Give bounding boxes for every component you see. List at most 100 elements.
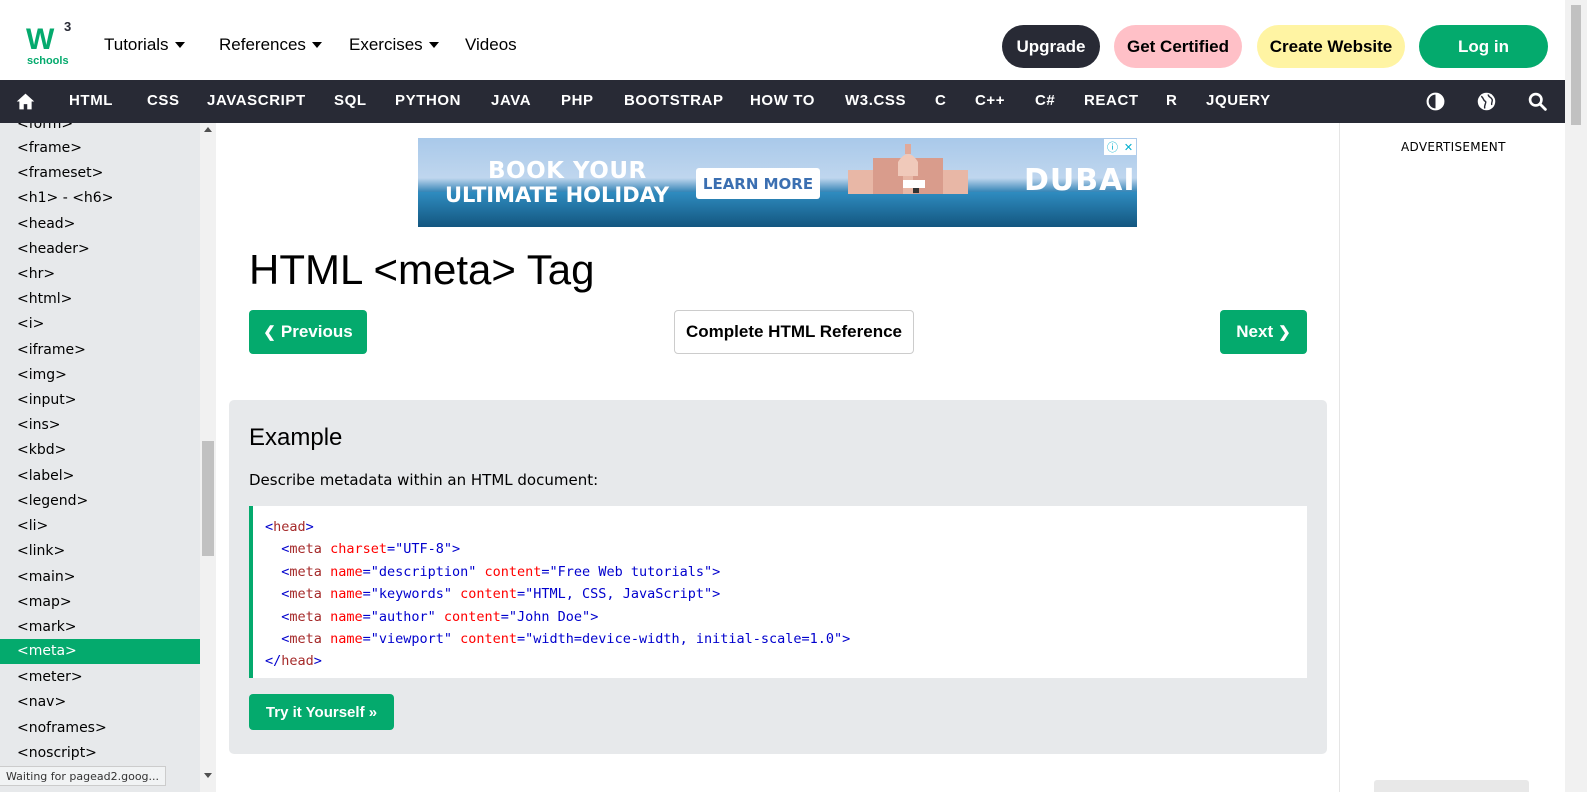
ad-learn-more-button[interactable]: LEARN MORE [696,168,820,199]
sidebar-scrollbar-thumb[interactable] [202,441,214,556]
nav-css[interactable]: CSS [147,92,180,109]
nav-label: Videos [465,35,517,54]
ad-headline-1: BOOK YOUR [488,158,647,184]
try-it-yourself-button[interactable]: Try it Yourself » [249,694,394,730]
sidebar-item[interactable]: <i> [0,312,200,337]
sidebar-item[interactable]: <link> [0,539,200,564]
next-button[interactable]: Next ❯ [1220,310,1307,354]
ad-headline-2: ULTIMATE HOLIDAY [445,183,670,207]
nav-javascript[interactable]: JAVASCRIPT [207,92,306,109]
logo-subtext: schools [27,55,69,67]
logo-superscript: 3 [64,19,72,34]
nav-references[interactable]: References [219,35,322,55]
hotel-image [848,144,968,194]
page-scrollbar[interactable] [1565,0,1587,792]
sidebar-item[interactable]: <label> [0,464,200,489]
get-certified-button[interactable]: Get Certified [1114,25,1242,68]
nav-html[interactable]: HTML [69,92,113,109]
sidebar-item[interactable]: <nav> [0,690,200,715]
advertisement-label: ADVERTISEMENT [1401,140,1506,154]
code-line: <meta name="description" content="Free W… [281,563,721,580]
previous-button[interactable]: ❮ Previous [249,310,367,354]
logo-letter: W [26,23,54,56]
scroll-up-arrow-icon[interactable] [204,127,212,132]
close-icon[interactable]: ✕ [1124,141,1133,154]
next-label: Next [1236,322,1274,341]
sidebar-item[interactable]: <frame> [0,136,200,161]
page-scrollbar-thumb[interactable] [1571,5,1581,125]
code-block: <head> <meta charset="UTF-8"> <meta name… [249,506,1307,678]
code-line: <head> [265,519,314,535]
sidebar-item-active[interactable]: <meta> [0,639,200,664]
nav-howto[interactable]: HOW TO [750,92,815,109]
nav-jquery[interactable]: JQUERY [1206,92,1271,109]
ad-brand-logo: DUBAI [1024,163,1136,198]
sidebar-item[interactable]: <head> [0,212,200,237]
code-line: <meta name="author" content="John Doe"> [281,608,599,625]
example-description: Describe metadata within an HTML documen… [249,471,599,489]
nav-sql[interactable]: SQL [334,92,367,109]
sidebar-item[interactable]: <h1> - <h6> [0,186,200,211]
nav-label: Tutorials [104,35,169,54]
sidebar-item[interactable]: <img> [0,363,200,388]
reference-sidebar: <form> <frame> <frameset> <h1> - <h6> <h… [0,123,200,792]
nav-bootstrap[interactable]: BOOTSTRAP [624,92,724,109]
sidebar-item[interactable]: <form> [0,123,200,137]
sidebar-item[interactable]: <input> [0,388,200,413]
caret-down-icon [174,42,185,48]
nav-exercises[interactable]: Exercises [349,35,439,55]
contrast-icon[interactable] [1425,91,1446,112]
sidebar-item[interactable]: <ins> [0,413,200,438]
bottom-ad-tab [1374,780,1529,792]
nav-java[interactable]: JAVA [491,92,531,109]
nav-c[interactable]: C [935,92,946,109]
sidebar-item[interactable]: <li> [0,514,200,539]
login-button[interactable]: Log in [1419,25,1548,68]
sidebar-item[interactable]: <header> [0,237,200,262]
nav-videos[interactable]: Videos [465,35,517,55]
create-website-button[interactable]: Create Website [1257,25,1405,68]
sidebar-item[interactable]: <map> [0,590,200,615]
sidebar-item[interactable]: <hr> [0,262,200,287]
search-icon[interactable] [1527,91,1548,112]
nav-react[interactable]: REACT [1084,92,1139,109]
column-divider [1339,123,1340,792]
sidebar-item[interactable]: <main> [0,565,200,590]
adchoices-badge[interactable]: ⓘ ✕ [1104,139,1136,155]
ad-banner[interactable]: BOOK YOUR ULTIMATE HOLIDAY LEARN MORE DU… [418,138,1137,227]
browser-status-bar: Waiting for pagead2.goog... [0,766,167,786]
top-header: W 3 schools Tutorials References Exercis… [0,0,1587,80]
sidebar-item[interactable]: <mark> [0,615,200,640]
nav-label: References [219,35,306,54]
upgrade-button[interactable]: Upgrade [1002,25,1100,68]
example-panel: Example Describe metadata within an HTML… [229,400,1327,754]
page-title: HTML <meta> Tag [249,246,595,293]
complete-reference-button[interactable]: Complete HTML Reference [674,310,914,354]
nav-w3css[interactable]: W3.CSS [845,92,906,109]
nav-php[interactable]: PHP [561,92,594,109]
sidebar-item[interactable]: <kbd> [0,438,200,463]
nav-python[interactable]: PYTHON [395,92,461,109]
nav-tutorials[interactable]: Tutorials [104,35,185,55]
w3schools-logo[interactable]: W 3 schools [26,19,76,73]
chevron-right-icon: ❯ [1278,324,1291,341]
sidebar-item[interactable]: <meter> [0,665,200,690]
sidebar-item[interactable]: <noframes> [0,716,200,741]
sidebar-item[interactable]: <legend> [0,489,200,514]
nav-r[interactable]: R [1166,92,1177,109]
sidebar-item[interactable]: <frameset> [0,161,200,186]
sidebar-scrollbar[interactable] [200,123,216,792]
sidebar-item[interactable]: <iframe> [0,338,200,363]
home-icon[interactable] [15,91,36,112]
scroll-down-arrow-icon[interactable] [204,773,212,778]
caret-down-icon [428,42,439,48]
sidebar-item[interactable]: <noscript> [0,741,200,766]
sidebar-item[interactable]: <html> [0,287,200,312]
nav-label: Exercises [349,35,423,54]
caret-down-icon [311,42,322,48]
adchoices-icon[interactable]: ⓘ [1107,139,1118,155]
code-line: </head> [265,653,322,670]
globe-icon[interactable] [1476,91,1497,112]
nav-csharp[interactable]: C# [1035,92,1055,109]
nav-cpp[interactable]: C++ [975,92,1005,109]
